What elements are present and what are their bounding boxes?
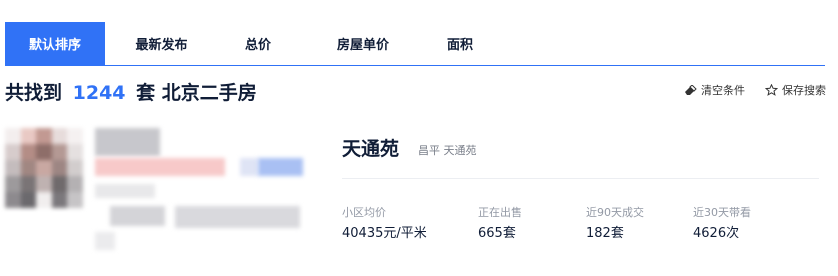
stat-on-sale: 正在出售 665套 [478,204,522,241]
tab-latest[interactable]: 最新发布 [105,22,218,65]
blurred-text-block [258,158,303,176]
save-search-button[interactable]: 保存搜索 [765,82,826,98]
tab-total-price[interactable]: 总价 [218,22,298,65]
stat-value: 4626次 [693,226,740,241]
stat-90day-deals: 近90天成交 182套 [586,204,644,241]
blurred-text-block [175,206,300,228]
stat-avg-price: 小区均价 40435元/平米 [342,204,427,241]
stat-value: 182套 [586,226,624,241]
blurred-text-block [95,158,225,176]
stat-value: 40435元/平米 [342,226,427,241]
tab-area[interactable]: 面积 [428,22,492,65]
clear-filters-button[interactable]: 清空条件 [684,82,745,98]
blurred-text-block [110,206,165,226]
tab-default-sort[interactable]: 默认排序 [5,22,105,65]
listing-district[interactable]: 昌平 天通苑 [418,142,477,158]
blurred-text-block [95,128,160,156]
search-actions: 清空条件 保存搜索 [684,82,826,98]
blurred-text-block [240,158,258,176]
listing-divider [342,178,819,179]
stat-30day-viewings: 近30天带看 4626次 [693,204,751,241]
listing-thumbnail-blurred[interactable] [5,128,83,208]
star-icon [765,84,778,96]
sort-tab-bar: 默认排序 最新发布 总价 房屋单价 面积 [5,22,825,66]
blurred-text-block [95,232,115,250]
stat-label: 近30天带看 [693,206,751,219]
result-prefix: 共找到 [5,82,63,104]
stat-label: 小区均价 [342,206,386,219]
result-count-heading: 共找到 1244 套 北京二手房 [5,78,257,105]
stat-value: 665套 [478,226,516,241]
save-search-label: 保存搜索 [782,84,826,97]
clear-filters-label: 清空条件 [701,84,745,97]
stat-label: 近90天成交 [586,206,644,219]
blurred-text-block [95,184,155,198]
tab-unit-price[interactable]: 房屋单价 [298,22,428,65]
result-suffix: 套 北京二手房 [136,82,257,104]
stat-label: 正在出售 [478,206,522,219]
result-count: 1244 [72,82,126,104]
listing-title[interactable]: 天通苑 [342,134,399,161]
eraser-icon [684,84,697,96]
